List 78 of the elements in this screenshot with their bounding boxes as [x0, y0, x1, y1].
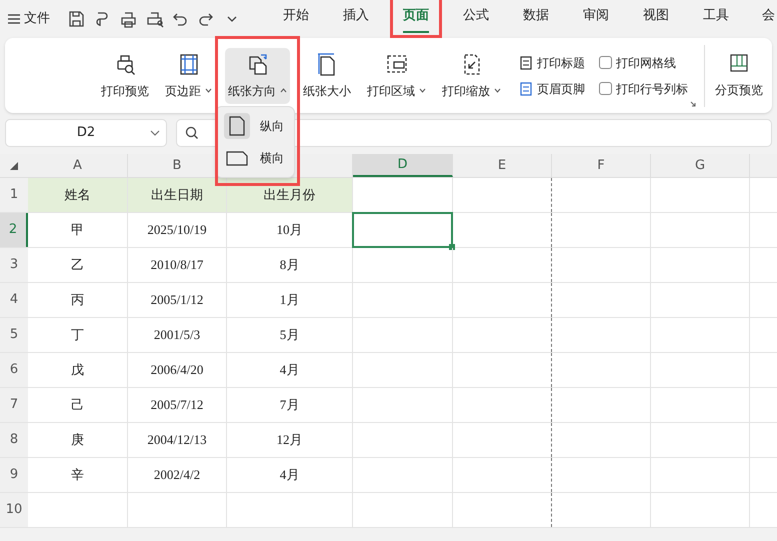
- portrait-page-icon: [229, 116, 245, 136]
- table-cell: 4月: [227, 458, 353, 492]
- ribbon-button[interactable]: 打印预览: [98, 48, 152, 104]
- table-cell: 甲: [28, 213, 128, 247]
- row-header[interactable]: 4: [0, 283, 28, 317]
- table-cell: 2005/7/12: [128, 388, 227, 422]
- row-header[interactable]: 9: [0, 458, 28, 492]
- table-cell: 己: [28, 388, 128, 422]
- chevron-down-icon: [150, 130, 160, 136]
- ribbon-tab[interactable]: 公式: [450, 0, 502, 38]
- table-cell: 8月: [227, 248, 353, 282]
- ribbon-tab[interactable]: 审阅: [570, 0, 622, 38]
- header-cell: 姓名: [28, 178, 128, 212]
- page-break-icon: [729, 52, 749, 72]
- table-cell: 2005/1/12: [128, 283, 227, 317]
- ribbon-tab[interactable]: 插入: [330, 0, 382, 38]
- row-header[interactable]: 6: [0, 353, 28, 387]
- table-cell: 2010/8/17: [128, 248, 227, 282]
- row-header[interactable]: 7: [0, 388, 28, 422]
- row-header[interactable]: 1: [0, 178, 28, 212]
- menu-button[interactable]: 文件: [8, 9, 50, 29]
- column-header[interactable]: G: [651, 154, 750, 177]
- ribbon-tab[interactable]: 数据: [510, 0, 562, 38]
- row-header[interactable]: 2: [0, 213, 28, 247]
- table-cell: 10月: [227, 213, 353, 247]
- column-header[interactable]: F: [552, 154, 651, 177]
- table-cell: 5月: [227, 318, 353, 352]
- ribbon-button[interactable]: 页眉页脚: [519, 80, 585, 98]
- ribbon-button[interactable]: 分页预览: [715, 52, 763, 98]
- ribbon-button[interactable]: 打印缩放: [439, 48, 504, 104]
- ribbon-button[interactable]: 打印标题: [519, 54, 585, 72]
- name-box[interactable]: D2: [5, 119, 167, 147]
- checkbox[interactable]: 打印网格线: [599, 54, 688, 72]
- table-cell: 12月: [227, 423, 353, 457]
- table-cell: 2002/4/2: [128, 458, 227, 492]
- caret-icon: [419, 88, 426, 93]
- ribbon-tab[interactable]: 会: [749, 0, 777, 38]
- dialog-launcher-icon[interactable]: [690, 101, 696, 107]
- table-cell: 丙: [28, 283, 128, 317]
- table-cell: 1月: [227, 283, 353, 317]
- caret-icon: [205, 88, 212, 93]
- ribbon-tab[interactable]: 视图: [630, 0, 682, 38]
- header-cell: 出生日期: [128, 178, 227, 212]
- checkbox[interactable]: 打印行号列标: [599, 80, 688, 98]
- table-cell: 2001/5/3: [128, 318, 227, 352]
- table-cell: 辛: [28, 458, 128, 492]
- table-cell: 乙: [28, 248, 128, 282]
- menu-item[interactable]: 纵向: [220, 111, 290, 141]
- table-cell: 庚: [28, 423, 128, 457]
- ribbon-button[interactable]: 纸张大小: [300, 48, 354, 104]
- ribbon-tab[interactable]: 开始: [270, 0, 322, 38]
- table-cell: 丁: [28, 318, 128, 352]
- landscape-page-icon: [226, 150, 248, 166]
- row-header[interactable]: 5: [0, 318, 28, 352]
- ribbon-button[interactable]: 纸张方向: [225, 48, 290, 104]
- table-cell: 7月: [227, 388, 353, 422]
- column-header[interactable]: D: [353, 154, 453, 177]
- table-cell: 4月: [227, 353, 353, 387]
- ribbon-button[interactable]: 页边距: [162, 48, 215, 104]
- menu-icon: [8, 14, 20, 24]
- ribbon-tab[interactable]: 工具: [690, 0, 742, 38]
- search-icon: [185, 126, 199, 140]
- header-footer-icon: [519, 82, 533, 96]
- table-cell: 戊: [28, 353, 128, 387]
- print-titles-icon: [519, 56, 533, 70]
- caret-icon: [280, 88, 287, 93]
- column-header[interactable]: A: [28, 154, 128, 177]
- header-cell: 出生月份: [227, 178, 353, 212]
- table-cell: 2006/4/20: [128, 353, 227, 387]
- select-all-icon[interactable]: [10, 162, 18, 170]
- row-header[interactable]: 3: [0, 248, 28, 282]
- column-header[interactable]: E: [453, 154, 552, 177]
- caret-icon: [494, 88, 501, 93]
- table-cell: 2025/10/19: [128, 213, 227, 247]
- row-header[interactable]: 8: [0, 423, 28, 457]
- ribbon-button[interactable]: 打印区域: [364, 48, 429, 104]
- row-header[interactable]: 10: [0, 493, 28, 527]
- table-cell: 2004/12/13: [128, 423, 227, 457]
